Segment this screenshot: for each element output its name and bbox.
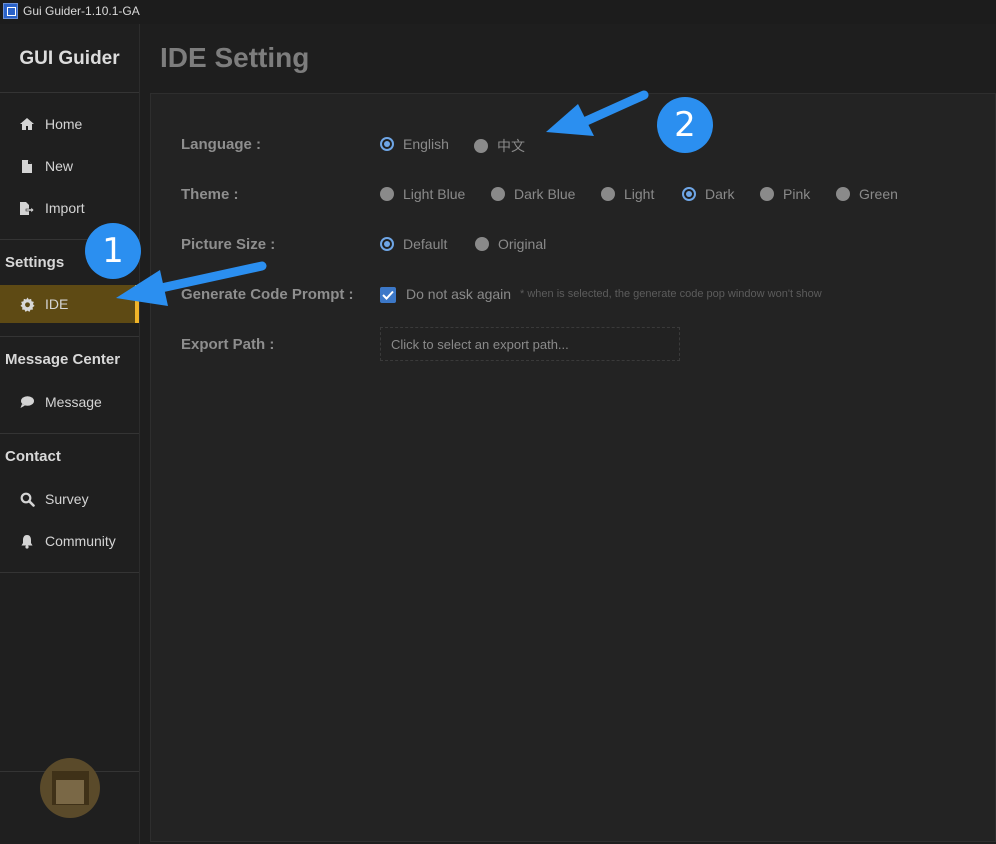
annotation-arrows: [116, 90, 649, 306]
annotation-callout-2: 2: [657, 97, 713, 153]
annotation-callout-1: 1: [85, 223, 141, 279]
